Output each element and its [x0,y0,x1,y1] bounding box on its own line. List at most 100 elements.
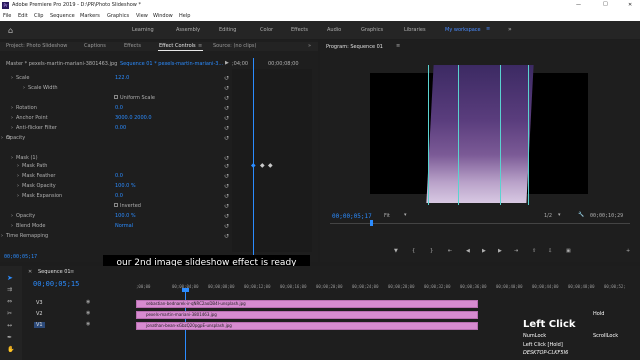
workspace-editing[interactable]: Editing [219,27,236,33]
timeline-clip[interactable]: jonathan-bean-xGbzQ20pgpE-unsplash.jpg [136,322,478,330]
selection-tool-icon[interactable]: ➤ [7,274,13,282]
disclosure-toggle-icon[interactable]: › [11,213,13,219]
mark-out-icon[interactable]: } [430,248,433,254]
timeline-timecode[interactable]: 00;00;05;15 [33,280,79,288]
pen-tool-icon[interactable]: ✒ [7,334,12,341]
keyframe-icon[interactable]: ◆ [268,162,273,169]
workspace-libraries[interactable]: Libraries [404,27,426,33]
timeline-close-icon[interactable]: ✕ [28,269,32,275]
reset-icon[interactable]: ↺ [224,213,229,220]
reset-icon[interactable]: ↺ [224,75,229,82]
timeline-clip[interactable]: pexels-martin-mariani-3801463.jpg [136,311,478,319]
effect-property-row[interactable]: › Rotation 0.0 ↺ [0,103,232,113]
menu-window[interactable]: Window [153,13,173,19]
effect-property-row[interactable]: › Mask Feather 0.0 ↺ [0,171,232,181]
play-only-icon[interactable]: ▶ [225,60,229,66]
toggle-track-output-icon[interactable]: ◉ [86,299,90,305]
effect-property-row[interactable]: Uniform Scale ↺ [0,93,232,103]
reset-icon[interactable]: ↺ [224,85,229,92]
property-value[interactable]: 0.00 [115,125,126,131]
workspace-more-button[interactable]: » [508,26,512,33]
reset-icon[interactable]: ↺ [224,193,229,200]
disclosure-toggle-icon[interactable]: › [17,183,19,189]
property-value[interactable]: 100.0 % [115,213,136,219]
fit-dropdown-chevron-icon[interactable]: ▾ [404,212,407,218]
checkbox[interactable] [114,203,118,207]
export-frame-icon[interactable]: ▣ [566,248,571,254]
tab-effects[interactable]: Effects [124,43,141,49]
minimize-button[interactable]: — [576,2,581,8]
effect-property-row[interactable]: › Time Remapping ↺ [0,231,232,241]
workspace-effects[interactable]: Effects [291,27,308,33]
reset-icon[interactable]: ↺ [224,105,229,112]
tabs-more-button[interactable]: » [308,43,311,49]
settings-wrench-icon[interactable]: 🔧 [578,212,584,218]
disclosure-toggle-icon[interactable]: › [17,193,19,199]
menu-sequence[interactable]: Sequence [50,13,75,19]
reset-icon[interactable]: ↺ [224,173,229,180]
reset-icon[interactable]: ↺ [224,183,229,190]
fit-dropdown[interactable]: Fit [384,213,390,219]
disclosure-toggle-icon[interactable]: › [17,173,19,179]
close-button[interactable]: ✕ [628,2,632,8]
insert-icon[interactable]: ⇪ [532,248,536,254]
tab-source[interactable]: Source: (no clips) [213,43,256,49]
menu-edit[interactable]: Edit [18,13,28,19]
workspace-assembly[interactable]: Assembly [176,27,200,33]
workspace-learning[interactable]: Learning [132,27,154,33]
reset-icon[interactable]: ↺ [224,95,229,102]
timeline-menu-icon[interactable]: ≡ [70,269,74,275]
property-value[interactable]: 0.0 [115,105,123,111]
property-value[interactable]: 0.0 [115,173,123,179]
checkbox[interactable] [114,95,118,99]
ec-mini-timeline[interactable] [232,69,312,252]
keyframe-icon[interactable]: ◆ [251,162,256,169]
add-marker-icon[interactable]: ▼ [394,248,398,254]
track-header-v2[interactable]: V2 [34,311,45,317]
disclosure-toggle-icon[interactable]: › [1,135,3,141]
effect-property-row[interactable]: › Anti-flicker Filter 0.00 ↺ [0,123,232,133]
resolution-dropdown[interactable]: 1/2 [544,213,552,219]
disclosure-toggle-icon[interactable]: › [17,163,19,169]
step-back-icon[interactable]: ◀ [466,248,470,254]
master-clip-label[interactable]: Master * pexels-martin-mariani-3801463.j… [6,61,117,67]
effect-property-row[interactable]: Inverted ↺ [0,201,232,211]
effect-property-row[interactable]: › Opacity ↺ [0,133,232,143]
effect-property-row[interactable]: › Scale 122.0 ↺ [0,73,232,83]
timeline-sequence-tab[interactable]: Sequence 01 [38,269,71,275]
workspace-color[interactable]: Color [260,27,273,33]
reset-icon[interactable]: ↺ [224,203,229,210]
maximize-button[interactable]: □ [603,1,608,7]
razor-tool-icon[interactable]: ✂ [7,310,12,317]
program-playhead[interactable] [370,220,373,226]
reset-icon[interactable]: ↺ [224,115,229,122]
hand-tool-icon[interactable]: ✋ [7,346,14,353]
toggle-track-output-icon[interactable]: ◉ [86,321,90,327]
workspace-my-workspace[interactable]: My workspace [445,27,481,33]
workspace-menu-icon[interactable]: ≡ [486,26,490,32]
workspace-audio[interactable]: Audio [327,27,341,33]
property-value[interactable]: Normal [115,223,133,229]
reset-icon[interactable]: ↺ [224,233,229,240]
effect-property-row[interactable]: › Opacity 100.0 % ↺ [0,211,232,221]
program-scrub-bar[interactable] [330,223,630,224]
workspace-graphics[interactable]: Graphics [361,27,383,33]
toggle-track-output-icon[interactable]: ◉ [86,310,90,316]
tab-effect-controls[interactable]: Effect Controls [159,43,196,49]
reset-icon[interactable]: ↺ [224,163,229,170]
effect-property-row[interactable]: › Mask Expansion 0.0 ↺ [0,191,232,201]
tab-captions[interactable]: Captions [84,43,106,49]
ripple-edit-tool-icon[interactable]: ⇔ [7,298,12,305]
overwrite-icon[interactable]: ⇩ [548,248,552,254]
program-timecode[interactable]: 00;00;05;17 [332,213,372,220]
mask-path-keyframes[interactable]: ◆ ◆ ◆ [251,162,281,170]
reset-icon[interactable]: ↺ [224,135,229,142]
reset-icon[interactable]: ↺ [224,125,229,132]
sequence-clip-label[interactable]: Sequence 01 * pexels-martin-mariani-3... [120,61,223,67]
program-menu-icon[interactable]: ≡ [396,43,400,49]
property-value[interactable]: 100.0 % [115,183,136,189]
property-value[interactable]: 0.0 [115,193,123,199]
menu-markers[interactable]: Markers [80,13,100,19]
effect-property-row[interactable]: › Scale Width ↺ [0,83,232,93]
effect-property-row[interactable]: › Mask Path ↺ [0,161,232,171]
